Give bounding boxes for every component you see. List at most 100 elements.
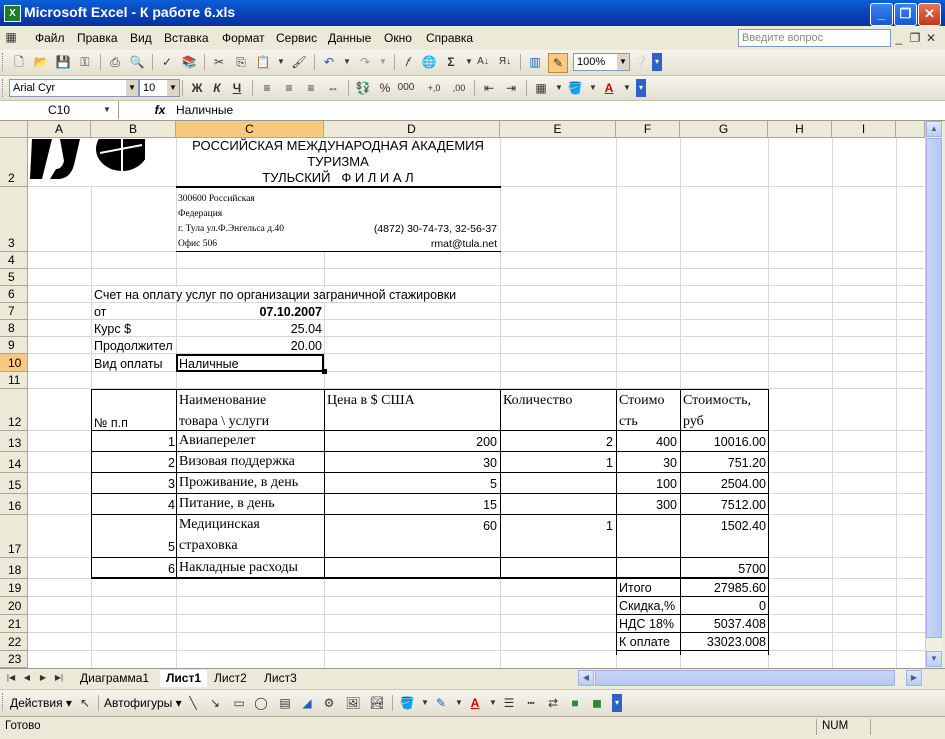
col-header-g[interactable]: G xyxy=(680,121,768,138)
font-color-dropdown-icon[interactable]: ▼ xyxy=(618,79,636,97)
row4-number[interactable]: 4 xyxy=(92,497,175,513)
select-all-corner[interactable] xyxy=(0,121,28,138)
row-header-11[interactable]: 11 xyxy=(0,372,28,389)
line-icon[interactable]: ╲ xyxy=(184,694,202,712)
3d-icon[interactable]: ◼ xyxy=(588,694,606,712)
row1-price[interactable]: 200 xyxy=(325,434,497,450)
chart-wizard-icon[interactable]: ▥ xyxy=(526,53,544,71)
row-header-7[interactable]: 7 xyxy=(0,303,28,320)
col-header-e[interactable]: E xyxy=(500,121,616,138)
row-header-5[interactable]: 5 xyxy=(0,269,28,286)
horizontal-scrollbar[interactable]: ◀ ▶ xyxy=(578,670,923,687)
row-header-3[interactable]: 3 xyxy=(0,187,28,252)
col-header-j[interactable] xyxy=(896,121,925,138)
italic-button[interactable]: К xyxy=(208,79,226,97)
font-color-draw-icon[interactable]: A xyxy=(466,694,484,712)
formula-input[interactable]: Наличные xyxy=(176,101,233,119)
undo-dropdown-icon[interactable]: ▼ xyxy=(338,53,356,71)
align-right-icon[interactable]: ≡ xyxy=(302,79,320,97)
percent-button[interactable]: % xyxy=(376,79,394,97)
invoice-date[interactable]: 07.10.2007 xyxy=(176,304,322,320)
doc-close-icon[interactable]: ✕ xyxy=(922,29,940,47)
save-icon[interactable]: 💾 xyxy=(54,53,72,71)
thousands-button[interactable]: 000 xyxy=(397,79,415,97)
merge-center-icon[interactable]: ⇔ xyxy=(324,79,342,97)
tab-diagram1[interactable]: Диаграмма1 xyxy=(74,670,155,686)
row5-name-2[interactable]: страховка xyxy=(179,538,238,554)
row1-rub[interactable]: 10016.00 xyxy=(681,434,766,450)
document-icon[interactable]: ▦ xyxy=(2,28,20,46)
vat-value[interactable]: 5037.408 xyxy=(681,616,766,632)
row5-name-1[interactable]: Медицинская xyxy=(179,517,260,533)
autoshapes-button[interactable]: Автофигуры ▾ xyxy=(104,696,182,710)
tab-sheet1[interactable]: Лист1 xyxy=(160,670,208,687)
print-preview-icon[interactable]: 🔍 xyxy=(128,53,146,71)
zoom-dropdown-icon[interactable]: ▼ xyxy=(617,54,629,70)
line-style-icon[interactable]: ☰ xyxy=(500,694,518,712)
row-header-21[interactable]: 21 xyxy=(0,615,28,633)
row4-price[interactable]: 15 xyxy=(325,497,497,513)
col-header-d[interactable]: D xyxy=(324,121,500,138)
textbox-icon[interactable]: ▤ xyxy=(276,694,294,712)
discount-value[interactable]: 0 xyxy=(681,598,766,614)
duration-value[interactable]: 20.00 xyxy=(176,338,322,354)
research-icon[interactable]: 📚 xyxy=(180,53,198,71)
excel-icon[interactable]: X xyxy=(4,5,21,22)
row3-rub[interactable]: 2504.00 xyxy=(681,476,766,492)
wordart-icon[interactable]: ◢ xyxy=(298,694,316,712)
row-header-10[interactable]: 10 xyxy=(0,354,28,372)
font-dropdown-icon[interactable]: ▼ xyxy=(126,80,138,96)
row-header-8[interactable]: 8 xyxy=(0,320,28,337)
row2-rub[interactable]: 751.20 xyxy=(681,455,766,471)
select-objects-icon[interactable]: ↖ xyxy=(76,694,94,712)
copy-icon[interactable]: ⎘ xyxy=(232,53,250,71)
minimize-button[interactable]: _ xyxy=(870,3,893,26)
row6-rub[interactable]: 5700 xyxy=(681,561,766,577)
col-header-a[interactable]: A xyxy=(28,121,91,138)
toolbar-handle-2[interactable] xyxy=(2,79,6,97)
col-header-c[interactable]: C xyxy=(176,121,324,138)
fill-color-draw-icon[interactable]: 🪣 xyxy=(398,694,416,712)
row1-qty[interactable]: 2 xyxy=(501,434,613,450)
sort-descending-icon[interactable]: Я↓ xyxy=(496,53,514,71)
increase-indent-icon[interactable]: ⇥ xyxy=(502,79,520,97)
row2-cost[interactable]: 30 xyxy=(617,455,677,471)
paste-icon[interactable]: 📋 xyxy=(254,53,272,71)
pay-value[interactable]: 33023.008 xyxy=(681,634,766,650)
row1-number[interactable]: 1 xyxy=(92,434,175,450)
oval-icon[interactable]: ◯ xyxy=(252,694,270,712)
row-header-9[interactable]: 9 xyxy=(0,337,28,354)
autosum-icon[interactable]: Σ xyxy=(442,53,460,71)
row6-name[interactable]: Накладные расходы xyxy=(179,560,298,576)
borders-icon[interactable]: ▦ xyxy=(532,79,550,97)
fx-icon[interactable]: fx xyxy=(150,101,170,119)
worksheet-grid[interactable]: A B C D E F G H I 2 3 4 5 6 7 8 9 10 11 … xyxy=(0,121,925,668)
help-search-input[interactable]: Введите вопрос xyxy=(738,29,891,47)
print-icon[interactable]: ⎙ xyxy=(106,53,124,71)
cut-icon[interactable]: ✂ xyxy=(210,53,228,71)
row1-name[interactable]: Авиаперелет xyxy=(179,433,255,449)
row3-number[interactable]: 3 xyxy=(92,476,175,492)
rectangle-icon[interactable]: ▭ xyxy=(230,694,248,712)
menu-view[interactable]: Вид xyxy=(130,31,152,45)
insert-hyperlink-icon[interactable]: 𝑓 xyxy=(398,53,416,71)
paste-dropdown-icon[interactable]: ▼ xyxy=(272,53,290,71)
col-header-h[interactable]: H xyxy=(768,121,832,138)
shadow-icon[interactable]: ■ xyxy=(566,694,584,712)
increase-decimal-button[interactable]: +,0 xyxy=(425,79,443,97)
decrease-decimal-button[interactable]: ,00 xyxy=(450,79,468,97)
row-header-12[interactable]: 12 xyxy=(0,389,28,431)
spelling-icon[interactable]: ✓ xyxy=(158,53,176,71)
size-dropdown-icon[interactable]: ▼ xyxy=(167,80,179,96)
row-header-16[interactable]: 16 xyxy=(0,494,28,515)
toolbar-options-icon-2[interactable]: ▾ xyxy=(636,79,646,97)
bold-button[interactable]: Ж xyxy=(188,79,206,97)
arrow-icon[interactable]: ↘ xyxy=(206,694,224,712)
underline-button[interactable]: Ч xyxy=(228,79,246,97)
hyperlink-icon[interactable]: 🌐 xyxy=(420,53,438,71)
scroll-down-icon[interactable]: ▼ xyxy=(926,651,942,667)
row-header-23[interactable]: 23 xyxy=(0,651,28,668)
scroll-right-icon[interactable]: ▶ xyxy=(906,670,922,686)
row2-qty[interactable]: 1 xyxy=(501,455,613,471)
vertical-scrollbar[interactable]: ▲ ▼ xyxy=(925,121,943,668)
